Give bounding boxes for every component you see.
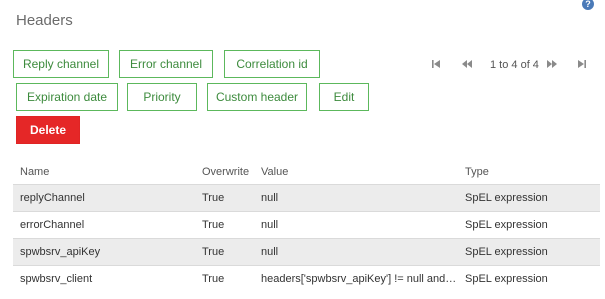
column-header-overwrite[interactable]: Overwrite [195,160,254,185]
custom-header-button[interactable]: Custom header [207,83,307,111]
headers-table: Name Overwrite Value Type replyChannel T… [13,160,600,292]
cell-overwrite: True [195,265,254,292]
cell-value: null [254,238,458,266]
edit-button[interactable]: Edit [319,83,369,111]
cell-type: SpEL expression [458,265,600,292]
error-channel-button[interactable]: Error channel [119,50,213,78]
cell-name: replyChannel [13,184,195,212]
help-icon[interactable]: ? [582,0,594,10]
prev-page-icon[interactable] [461,59,473,72]
expiration-date-button[interactable]: Expiration date [16,83,118,111]
column-header-value[interactable]: Value [254,160,458,185]
cell-type: SpEL expression [458,238,600,266]
cell-overwrite: True [195,238,254,266]
table-row[interactable]: spwbsrv_apiKey True null SpEL expression [13,238,600,266]
column-header-type[interactable]: Type [458,160,600,185]
cell-value: null [254,211,458,239]
first-page-icon[interactable] [431,59,441,72]
cell-value: null [254,184,458,212]
next-page-icon[interactable] [546,59,558,72]
table-header-row: Name Overwrite Value Type [13,160,600,185]
reply-channel-button[interactable]: Reply channel [13,50,109,78]
last-page-icon[interactable] [577,59,587,72]
correlation-id-button[interactable]: Correlation id [224,50,320,78]
cell-overwrite: True [195,211,254,239]
cell-name: spwbsrv_client [13,265,195,292]
priority-button[interactable]: Priority [127,83,197,111]
page-title: Headers [16,12,73,29]
cell-type: SpEL expression [458,211,600,239]
cell-value: headers['spwbsrv_apiKey'] != null and {$… [254,265,458,292]
table-row[interactable]: errorChannel True null SpEL expression [13,211,600,239]
table-row[interactable]: spwbsrv_client True headers['spwbsrv_api… [13,265,600,292]
column-header-name[interactable]: Name [13,160,195,185]
cell-name: errorChannel [13,211,195,239]
cell-type: SpEL expression [458,184,600,212]
cell-name: spwbsrv_apiKey [13,238,195,266]
cell-overwrite: True [195,184,254,212]
table-row[interactable]: replyChannel True null SpEL expression [13,184,600,212]
pagination-status: 1 to 4 of 4 [490,59,539,71]
delete-button[interactable]: Delete [16,116,80,144]
